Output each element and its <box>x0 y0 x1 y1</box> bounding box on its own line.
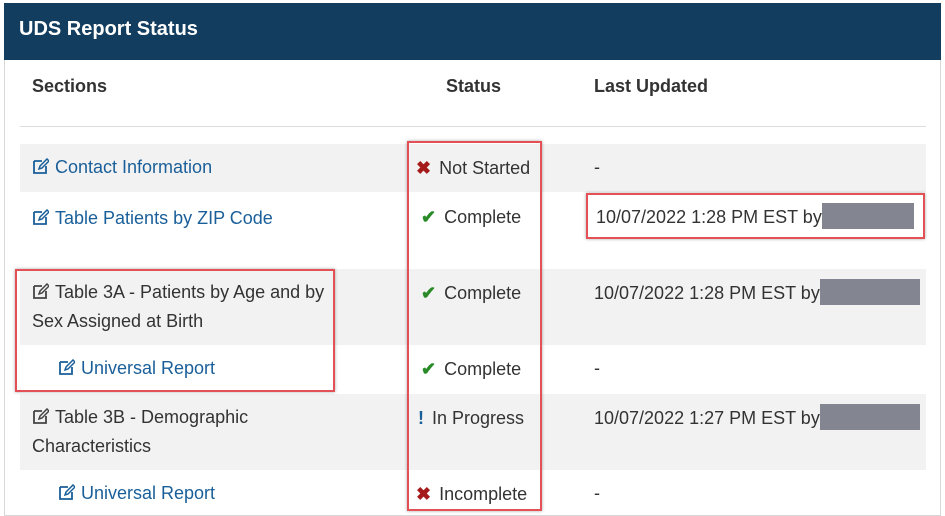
edit-icon <box>32 406 51 433</box>
redacted-user <box>819 404 920 430</box>
last-updated-text: 10/07/2022 1:27 PM EST by <box>594 408 820 428</box>
col-sections: Sections <box>32 76 108 96</box>
section-label-line2: Characteristics <box>32 436 152 456</box>
section-link-contact-information[interactable]: Contact Information <box>32 154 212 183</box>
header-divider <box>20 126 926 127</box>
last-updated: - <box>594 358 600 378</box>
section-link-label: Universal Report <box>81 483 216 503</box>
section-link-label: Contact Information <box>55 157 213 177</box>
panel-title: UDS Report Status <box>19 18 198 40</box>
highlight-last-updated <box>586 193 925 239</box>
section-link-label: Table Patients by ZIP Code <box>55 208 273 228</box>
highlight-status-column <box>407 141 542 511</box>
redacted-user <box>819 279 920 305</box>
last-updated-text: 10/07/2022 1:28 PM EST by <box>594 283 820 303</box>
last-updated: 10/07/2022 1:27 PM EST by <box>594 404 920 432</box>
section-label-line1: Table 3B - Demographic <box>55 407 249 427</box>
highlight-table-3a <box>15 269 335 392</box>
edit-icon <box>32 207 51 234</box>
col-status: Status <box>446 76 502 96</box>
section-link-universal-report-3b[interactable]: Universal Report <box>58 480 215 509</box>
last-updated: 10/07/2022 1:28 PM EST by <box>594 279 920 307</box>
col-last-updated: Last Updated <box>594 76 709 96</box>
section-link-zip-code[interactable]: Table Patients by ZIP Code <box>32 205 273 234</box>
last-updated: - <box>594 483 600 503</box>
edit-icon <box>58 482 77 509</box>
panel-header: UDS Report Status <box>4 3 941 60</box>
edit-icon <box>32 156 51 183</box>
section-table-3b: Table 3B - Demographic Characteristics <box>32 404 248 460</box>
last-updated: - <box>594 157 600 177</box>
